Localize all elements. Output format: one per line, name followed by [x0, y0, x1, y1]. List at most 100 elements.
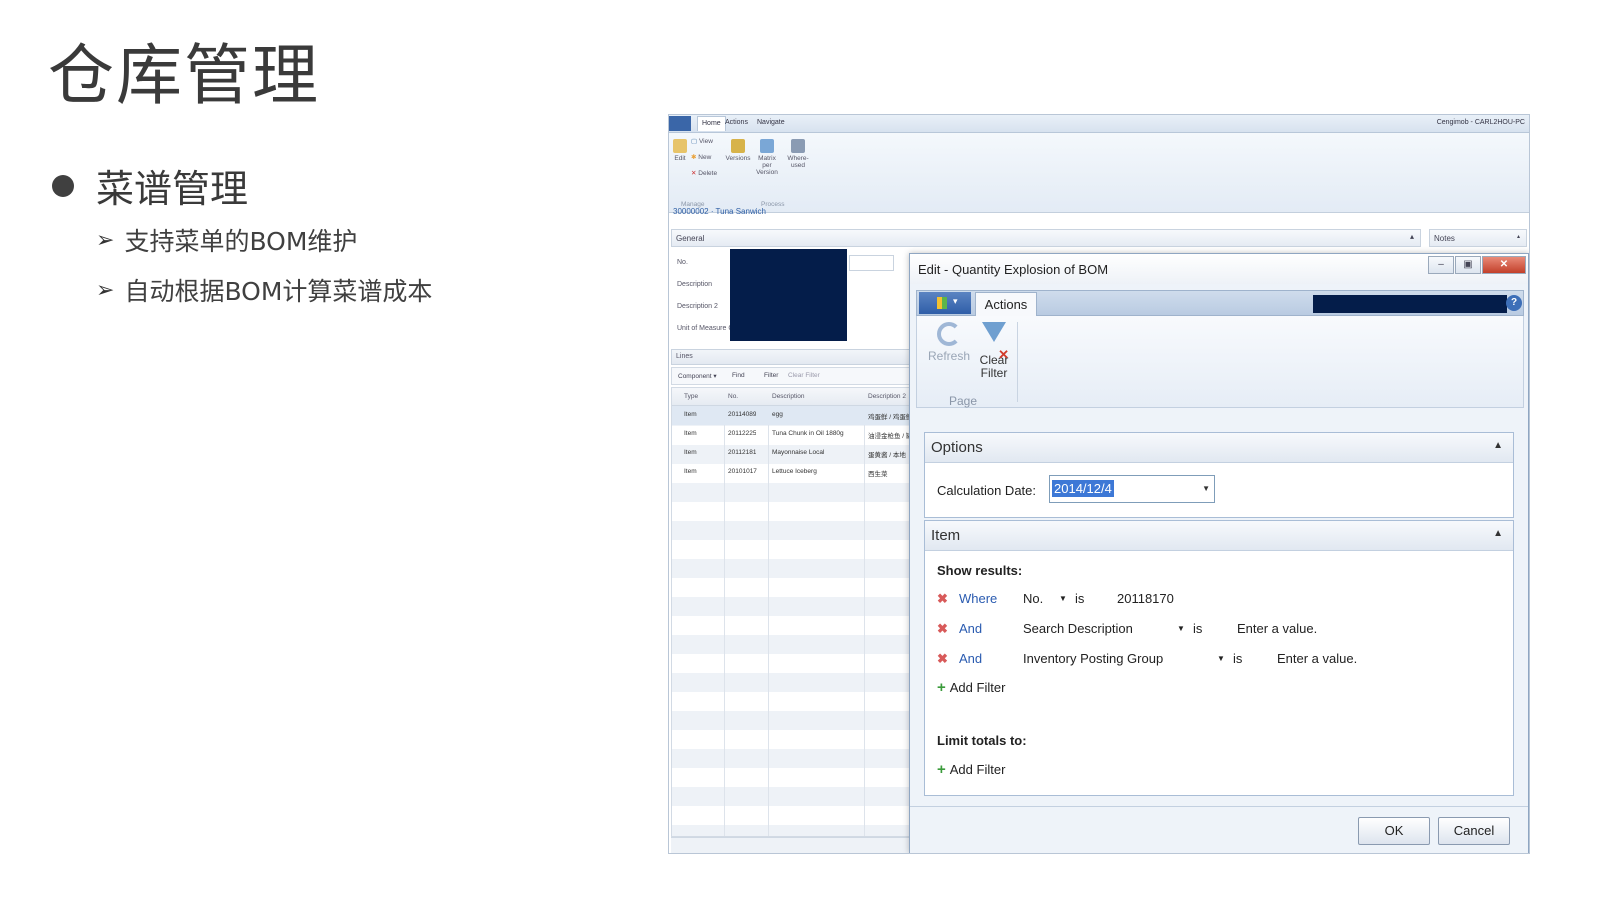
nav-window: Home Actions Navigate Cengimob - CARL2HO…: [668, 114, 1530, 854]
chevron-down-icon[interactable]: ▼: [1202, 484, 1210, 493]
filter-operator-link[interactable]: And: [959, 651, 982, 666]
field-label-description-2: Description 2: [677, 303, 718, 310]
calculation-date-label: Calculation Date:: [937, 483, 1036, 498]
bom-explosion-dialog: Edit - Quantity Explosion of BOM – ▣ ✕ ▾…: [909, 253, 1529, 853]
tab-actions[interactable]: Actions: [975, 292, 1037, 316]
redacted-block: [730, 249, 847, 341]
lines-fasttab[interactable]: Lines: [671, 349, 911, 365]
delete-button[interactable]: ✕ Delete: [691, 169, 717, 177]
clear-filter-button[interactable]: Clear Filter: [788, 372, 820, 379]
filter-value[interactable]: 20118170: [1117, 591, 1174, 606]
component-menu[interactable]: Component ▾: [678, 372, 717, 380]
remove-filter-icon[interactable]: ✖: [937, 591, 948, 607]
dialog-ribbon-tabs: ▾ Actions ?: [916, 290, 1524, 316]
collapse-icon[interactable]: ▴: [1517, 233, 1520, 240]
redacted-block: [1313, 295, 1507, 313]
chevron-down-icon[interactable]: ▼: [1217, 654, 1225, 663]
table-row[interactable]: Item 20114089 egg 鸡蛋鲜 / 鸡蛋鲜: [672, 406, 912, 425]
filter-value[interactable]: Enter a value.: [1277, 651, 1357, 666]
collapse-icon[interactable]: ▴: [1410, 232, 1414, 241]
filter-operator-link[interactable]: And: [959, 621, 982, 636]
filter-button[interactable]: Filter: [764, 372, 778, 379]
dialog-ribbon: Refresh ✕ Clear Filter Page: [916, 316, 1524, 408]
bullet-item: 菜谱管理: [52, 158, 248, 213]
column-header[interactable]: Description: [772, 393, 805, 400]
bullet-dot-icon: [52, 174, 74, 197]
remove-filter-icon[interactable]: ✖: [937, 651, 948, 667]
view-button[interactable]: ▢ View: [691, 137, 713, 145]
where-used-button[interactable]: Where-used: [783, 139, 813, 169]
column-header[interactable]: Description 2: [868, 393, 906, 400]
options-header[interactable]: Options ▲: [925, 433, 1513, 463]
versions-button[interactable]: Versions: [725, 139, 751, 162]
refresh-button[interactable]: Refresh: [925, 322, 973, 363]
filter-row: ✖ Where No. ▼ is 20118170: [937, 591, 1507, 609]
nav-ribbon-tabs: Home Actions Navigate Cengimob - CARL2HO…: [669, 115, 1529, 133]
ok-button[interactable]: OK: [1358, 817, 1430, 845]
chevron-down-icon: ▾: [953, 296, 958, 306]
options-fasttab: Options ▲ Calculation Date: 2014/12/4 ▼: [924, 432, 1514, 518]
no-field[interactable]: [849, 255, 894, 271]
general-fasttab[interactable]: General ▴: [671, 229, 1421, 247]
user-info: Cengimob - CARL2HOU-PC: [1436, 119, 1525, 126]
notes-factbox[interactable]: Notes ▴: [1429, 229, 1527, 247]
tab-actions[interactable]: Actions: [725, 119, 748, 126]
item-fasttab: Item ▲ Show results: ✖ Where No. ▼ is 20…: [924, 520, 1514, 796]
help-icon[interactable]: ?: [1506, 295, 1522, 311]
tab-navigate[interactable]: Navigate: [757, 119, 785, 126]
filter-value[interactable]: Enter a value.: [1237, 621, 1317, 636]
collapse-icon[interactable]: ▲: [1493, 440, 1503, 451]
chevron-down-icon[interactable]: ▼: [1177, 624, 1185, 633]
table-row[interactable]: Item 20112181 Mayonnaise Local 蛋黄酱 / 本地: [672, 444, 910, 463]
matrix-per-version-button[interactable]: Matrix per Version: [753, 139, 781, 176]
filter-field[interactable]: Inventory Posting Group: [1023, 651, 1163, 666]
filter-operator-link[interactable]: Where: [959, 591, 997, 606]
sub-item-text: 自动根据BOM计算菜谱成本: [124, 277, 433, 306]
filter-row: ✖ And Search Description ▼ is Enter a va…: [937, 621, 1507, 639]
dynamics-logo-icon: [937, 297, 947, 309]
item-header[interactable]: Item ▲: [925, 521, 1513, 551]
table-row[interactable]: Item 20101017 Lettuce Iceberg 西生菜: [672, 463, 910, 482]
close-icon[interactable]: ✕: [1482, 256, 1526, 274]
sub-item: ➢ 支持菜单的BOM维护: [96, 222, 357, 258]
filter-is-label: is: [1193, 621, 1203, 636]
pencil-icon: [673, 139, 687, 153]
matrix-icon: [760, 139, 774, 153]
minimize-icon[interactable]: –: [1428, 256, 1454, 274]
lines-grid: Type No. Description Description 2 Item …: [671, 387, 912, 837]
filter-field[interactable]: Search Description: [1023, 621, 1133, 636]
clear-filter-icon: [982, 322, 1006, 342]
plus-icon: +: [937, 679, 946, 696]
window-controls: – ▣ ✕: [1427, 256, 1526, 274]
arrow-bullet-icon: ➢: [96, 227, 115, 253]
dialog-button-bar: OK Cancel: [910, 806, 1528, 853]
clear-filter-button[interactable]: ✕ Clear Filter: [973, 322, 1015, 380]
edit-button[interactable]: Edit: [673, 139, 687, 162]
cancel-button[interactable]: Cancel: [1438, 817, 1510, 845]
add-limit-filter-button[interactable]: + Add Filter: [937, 761, 1005, 778]
find-button[interactable]: Find: [732, 372, 745, 379]
maximize-icon[interactable]: ▣: [1455, 256, 1481, 274]
column-header[interactable]: No.: [728, 393, 738, 400]
sub-item-text: 支持菜单的BOM维护: [124, 227, 358, 256]
app-menu-button[interactable]: ▾: [919, 292, 971, 314]
column-header[interactable]: Type: [684, 393, 698, 400]
new-button[interactable]: ✱ New: [691, 153, 711, 161]
versions-icon: [731, 139, 745, 153]
red-x-icon: ✕: [998, 347, 1009, 362]
add-filter-button[interactable]: + Add Filter: [937, 679, 1005, 696]
horizontal-scrollbar[interactable]: [671, 837, 911, 853]
lines-toolbar: Component ▾ Find Filter Clear Filter: [671, 367, 911, 385]
collapse-icon[interactable]: ▲: [1493, 528, 1503, 539]
plus-icon: +: [937, 761, 946, 778]
calculation-date-field[interactable]: 2014/12/4 ▼: [1049, 475, 1215, 503]
slide-title: 仓库管理: [48, 37, 320, 114]
app-menu-button[interactable]: [669, 116, 691, 131]
tab-home[interactable]: Home: [697, 116, 726, 131]
chevron-down-icon[interactable]: ▼: [1059, 594, 1067, 603]
dialog-title: Edit - Quantity Explosion of BOM: [918, 262, 1109, 277]
table-row[interactable]: Item 20112225 Tuna Chunk in Oil 1880g 油浸…: [672, 425, 912, 444]
filter-field[interactable]: No.: [1023, 591, 1043, 606]
remove-filter-icon[interactable]: ✖: [937, 621, 948, 637]
arrow-bullet-icon: ➢: [96, 277, 115, 303]
